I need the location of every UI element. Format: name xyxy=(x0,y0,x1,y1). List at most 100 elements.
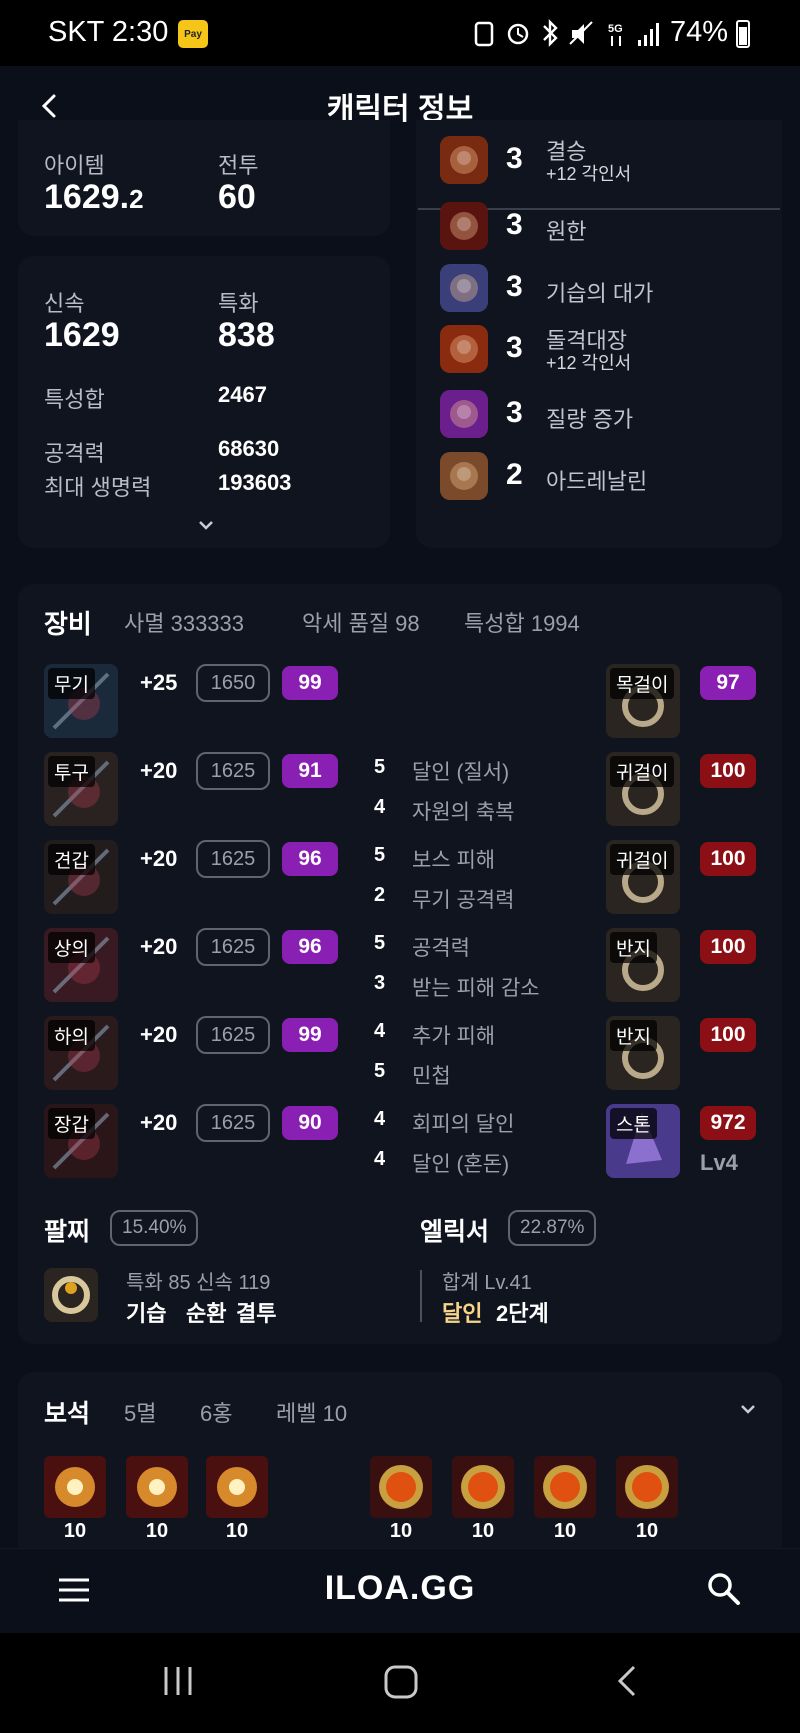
equipment-title: 장비 xyxy=(44,609,92,639)
elixir-percent: 22.87% xyxy=(508,1210,597,1246)
home-button[interactable] xyxy=(382,1663,420,1701)
effect-name: 무기 공격력 xyxy=(412,889,515,912)
combat-level-label: 전투 xyxy=(218,153,259,178)
upgrade-level: +20 xyxy=(140,1110,178,1135)
equipment-slot[interactable]: 무기 xyxy=(44,664,118,738)
engraving-icon[interactable] xyxy=(440,136,488,184)
engraving-icon[interactable] xyxy=(440,325,488,373)
gem-icon[interactable] xyxy=(370,1456,432,1518)
equipment-slot[interactable]: 투구 xyxy=(44,752,118,826)
accessory-slot[interactable]: 반지 xyxy=(606,1016,680,1090)
effect-level: 4 xyxy=(374,1108,386,1130)
pay-badge-icon: Pay xyxy=(178,20,208,48)
bracelet-title: 팔찌 xyxy=(44,1218,91,1246)
quality-badge: 96 xyxy=(282,842,338,876)
item-level-label: 아이템 xyxy=(44,153,105,178)
equipment-slot[interactable]: 하의 xyxy=(44,1016,118,1090)
gem-icon[interactable] xyxy=(44,1456,106,1518)
equipment-summary-stats: 특성합 1994 xyxy=(464,611,580,636)
gems-level: 레벨 10 xyxy=(276,1401,348,1426)
expand-gems-button[interactable] xyxy=(736,1402,760,1418)
network-label: 5G xyxy=(608,23,623,35)
recent-apps-icon xyxy=(164,1667,192,1695)
item-level-badge: 1625 xyxy=(196,928,270,966)
expand-stats-button[interactable] xyxy=(194,518,218,534)
equipment-slot-label: 상의 xyxy=(48,932,95,963)
gem-icon[interactable] xyxy=(206,1456,268,1518)
bracelet-stats: 특화 85 신속 119 xyxy=(126,1272,271,1294)
search-button[interactable] xyxy=(706,1571,742,1607)
gem-icon[interactable] xyxy=(616,1456,678,1518)
accessory-slot[interactable]: 목걸이 xyxy=(606,664,680,738)
swift-label: 신속 xyxy=(44,291,85,316)
gems-title: 보석 xyxy=(44,1400,91,1428)
equipment-slot-label: 장갑 xyxy=(48,1108,95,1139)
bracelet-effect-2: 순환 xyxy=(186,1301,227,1326)
accessory-slot[interactable]: 귀걸이 xyxy=(606,840,680,914)
gem-icon[interactable] xyxy=(452,1456,514,1518)
bracelet-item-icon xyxy=(44,1268,98,1322)
engraving-level: 3 xyxy=(506,270,523,303)
engraving-icon[interactable] xyxy=(440,202,488,250)
item-level-badge: 1650 xyxy=(196,664,270,702)
engraving-level: 3 xyxy=(506,142,523,175)
search-icon xyxy=(708,1573,740,1605)
engraving-icon[interactable] xyxy=(440,390,488,438)
summary-card: 아이템 1629.2 전투 60 xyxy=(18,120,390,236)
chevron-down-icon xyxy=(199,521,213,530)
gem-level: 10 xyxy=(225,1520,249,1542)
effect-name: 회피의 달인 xyxy=(412,1113,515,1136)
recent-apps-button[interactable] xyxy=(160,1663,196,1699)
battery-icon xyxy=(736,20,750,48)
accessory-slot[interactable]: 스톤 xyxy=(606,1104,680,1178)
accessory-quality-badge: 100 xyxy=(700,1018,756,1052)
spec-label: 특화 xyxy=(218,291,259,316)
battery-percent: 74% xyxy=(670,16,729,48)
combat-level-value: 60 xyxy=(218,178,256,216)
accessory-slot[interactable]: 귀걸이 xyxy=(606,752,680,826)
engraving-icon[interactable] xyxy=(440,452,488,500)
accessory-slot[interactable]: 반지 xyxy=(606,928,680,1002)
effect-level: 5 xyxy=(374,756,386,778)
status-bar: SKT 2:30 Pay 5G 74% xyxy=(0,0,800,66)
engraving-name: 기습의 대가 xyxy=(546,281,654,306)
home-icon xyxy=(384,1665,418,1699)
item-level-badge: 1625 xyxy=(196,1104,270,1142)
accessory-slot-label: 스톤 xyxy=(610,1108,657,1139)
equipment-slot-label: 투구 xyxy=(48,756,95,787)
bracelet-icon[interactable] xyxy=(44,1268,98,1322)
engraving-name: 질량 증가 xyxy=(546,407,634,432)
item-level-value: 1629.2 xyxy=(44,178,144,216)
equipment-slot[interactable]: 장갑 xyxy=(44,1104,118,1178)
equipment-slot[interactable]: 견갑 xyxy=(44,840,118,914)
accessory-quality-badge: 100 xyxy=(700,754,756,788)
engraving-icon[interactable] xyxy=(440,264,488,312)
stat-total-value: 2467 xyxy=(218,382,267,407)
attack-value: 68630 xyxy=(218,436,280,461)
quality-badge: 99 xyxy=(282,666,338,700)
accessory-quality-badge: 97 xyxy=(700,666,756,700)
equipment-slot-label: 견갑 xyxy=(48,844,95,875)
accessory-slot-label: 귀걸이 xyxy=(610,844,675,875)
app-logo[interactable]: ILOA.GG xyxy=(0,1569,800,1608)
elixir-total: 합계 Lv.41 xyxy=(442,1272,532,1294)
upgrade-level: +20 xyxy=(140,846,178,871)
upgrade-level: +20 xyxy=(140,1022,178,1047)
gem-icon[interactable] xyxy=(126,1456,188,1518)
quality-badge: 99 xyxy=(282,1018,338,1052)
effect-name: 달인 (혼돈) xyxy=(412,1153,510,1176)
engraving-level: 3 xyxy=(506,331,523,364)
item-level-badge: 1625 xyxy=(196,1016,270,1054)
divider xyxy=(420,1270,422,1322)
equipment-slot[interactable]: 상의 xyxy=(44,928,118,1002)
engraving-level: 2 xyxy=(506,458,523,491)
effect-name: 추가 피해 xyxy=(412,1025,496,1048)
system-back-button[interactable] xyxy=(610,1663,646,1699)
accessory-slot-label: 반지 xyxy=(610,1020,657,1051)
equipment-slot-label: 하의 xyxy=(48,1020,95,1051)
gem-icon[interactable] xyxy=(534,1456,596,1518)
equipment-summary-elixir: 사멸 333333 xyxy=(124,611,245,636)
effect-level: 5 xyxy=(374,932,386,954)
effect-name: 받는 피해 감소 xyxy=(412,977,540,1000)
stats-card: 신속 1629 특화 838 특성합 2467 공격력 68630 최대 생명력… xyxy=(18,256,390,548)
